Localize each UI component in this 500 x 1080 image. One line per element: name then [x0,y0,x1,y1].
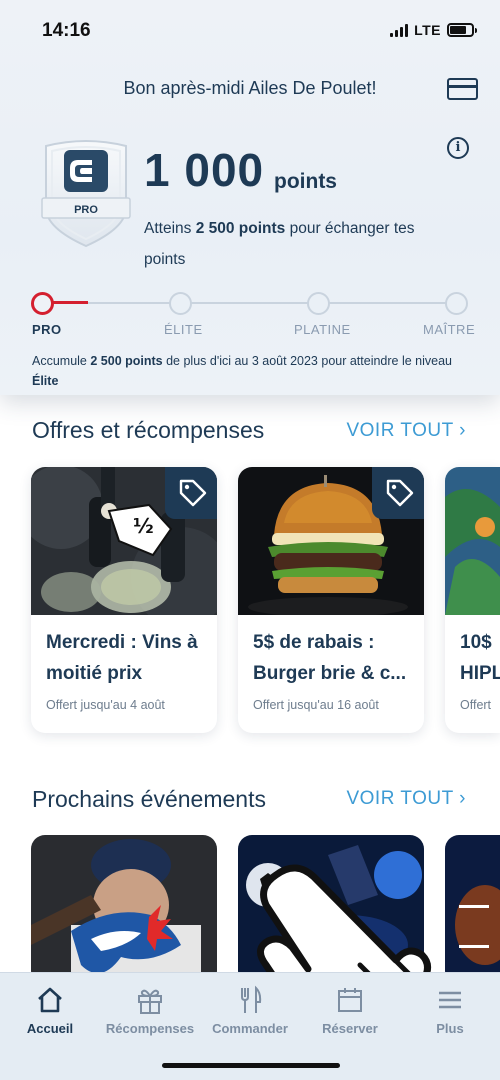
status-indicators: LTE [390,22,477,38]
tag-icon [372,467,424,519]
offer-title: Mercredi : Vins à moitié prix [46,632,198,684]
gift-icon [100,981,200,1019]
points-value: 1 000 [144,144,265,196]
offers-title: Offres et récompenses [32,417,265,443]
network-type: LTE [414,22,441,38]
wallet-card-icon[interactable] [447,78,478,100]
tab-recompenses[interactable]: Récompenses [100,981,200,1036]
battery-icon [447,23,477,37]
event-card-baseball[interactable] [31,835,217,985]
tab-commander[interactable]: Commander [200,981,300,1036]
exchange-text: Atteins 2 500 points pour échanger tes p… [144,220,415,268]
tab-label: Accueil [26,1021,74,1036]
menu-icon [400,981,500,1019]
svg-text:½: ½ [133,514,154,538]
tier-node-platine [307,292,330,315]
wine-image: ½ [31,467,217,615]
offer-title: 10$ HIPL [460,632,500,684]
offer-expiry: Offert jusqu'au 4 août [46,698,165,712]
home-indicator[interactable] [162,1063,340,1068]
tag-icon [165,467,217,519]
points-unit: points [274,170,337,193]
tier-node-pro [31,292,54,315]
utensils-icon [200,981,300,1019]
tab-plus[interactable]: Plus [400,981,500,1036]
offers-see-all-link[interactable]: VOIR TOUT › [346,420,466,442]
tab-reserver[interactable]: Réserver [300,981,400,1036]
badge-label: PRO [74,204,98,216]
burger-image [238,467,424,615]
offer-expiry: Offert jusqu'au 16 août [253,698,379,712]
offer-title: 5$ de rabais : Burger brie & c... [253,632,407,684]
tab-label: Récompenses [105,1021,195,1036]
tier-label-elite: ÉLITE [164,322,203,337]
info-icon[interactable]: i [447,137,469,159]
offer-card-burger[interactable]: 5$ de rabais : Burger brie & c... Offert … [238,467,424,733]
tab-accueil[interactable]: Accueil [0,981,100,1036]
events-title: Prochains événements [32,786,266,812]
tab-label: Commander [212,1021,288,1036]
tab-label: Plus [436,1021,464,1036]
baseball-image [31,835,217,985]
tier-label-platine: PLATINE [294,322,351,337]
greeting-text: Bon après-midi Ailes De Poulet! [123,78,377,98]
signal-icon [390,23,409,37]
tier-node-maitre [445,292,468,315]
tier-node-elite [169,292,192,315]
home-icon [0,981,100,1019]
tab-label: Réserver [322,1021,378,1036]
offer-expiry: Offert [460,698,492,712]
tier-label-maitre: MAÎTRE [423,322,476,337]
progress-text: Accumule 2 500 points de plus d'ici au 3… [32,354,453,388]
tropical-image [445,467,500,615]
calendar-icon [300,981,400,1019]
tier-label-pro: PRO [32,322,62,337]
status-time: 14:16 [42,20,91,41]
events-see-all-link[interactable]: VOIR TOUT › [346,788,466,810]
offer-card-partial[interactable]: 10$ HIPL Offert [445,467,500,733]
offer-card-wine[interactable]: ½ Mercredi : Vins à moitié prix Offert ju… [31,467,217,733]
tier-badge: PRO [41,140,131,248]
tier-track [44,302,456,304]
